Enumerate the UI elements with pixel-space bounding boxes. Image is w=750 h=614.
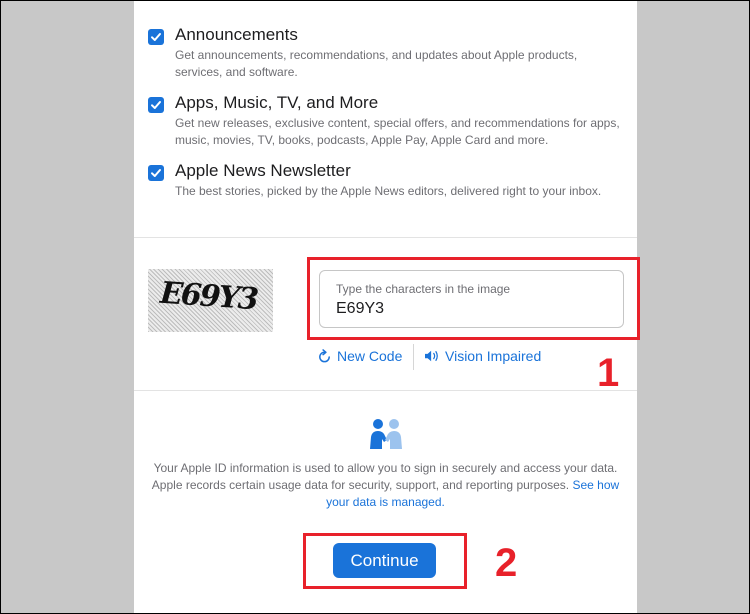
highlight-box-step-1 <box>307 257 640 340</box>
vision-impaired-label: Vision Impaired <box>445 348 542 364</box>
new-code-link[interactable]: New Code <box>317 348 402 364</box>
screenshot-frame: Announcements Get announcements, recomme… <box>1 1 749 613</box>
checkmark-icon <box>151 33 161 41</box>
option-description: Get new releases, exclusive content, spe… <box>175 116 620 147</box>
option-description: The best stories, picked by the Apple Ne… <box>175 184 602 198</box>
step-number-1: 1 <box>597 351 620 395</box>
option-title: Apps, Music, TV, and More <box>175 93 379 112</box>
option-title: Announcements <box>175 25 298 44</box>
checkbox-announcements[interactable] <box>148 29 164 45</box>
captcha-characters: E69Y3 <box>158 275 259 318</box>
captcha-image: E69Y3 <box>148 269 273 332</box>
privacy-info: Your Apple ID information is used to all… <box>148 460 623 511</box>
divider <box>134 237 637 238</box>
option-description: Get announcements, recommendations, and … <box>175 48 578 79</box>
divider <box>134 390 637 391</box>
speaker-icon <box>425 350 438 362</box>
checkmark-icon <box>151 169 161 177</box>
privacy-text: Your Apple ID information is used to all… <box>151 461 618 492</box>
link-separator <box>413 344 414 370</box>
refresh-icon <box>319 348 330 362</box>
step-number-2: 2 <box>495 541 518 585</box>
new-code-label: New Code <box>337 348 403 364</box>
highlight-box-step-2 <box>303 533 467 589</box>
checkbox-apple-news[interactable] <box>148 165 164 181</box>
option-title: Apple News Newsletter <box>175 161 351 180</box>
vision-impaired-link[interactable]: Vision Impaired <box>424 348 541 364</box>
checkbox-apps-music-tv[interactable] <box>148 97 164 113</box>
checkmark-icon <box>151 101 161 109</box>
people-handshake-icon <box>367 418 405 455</box>
